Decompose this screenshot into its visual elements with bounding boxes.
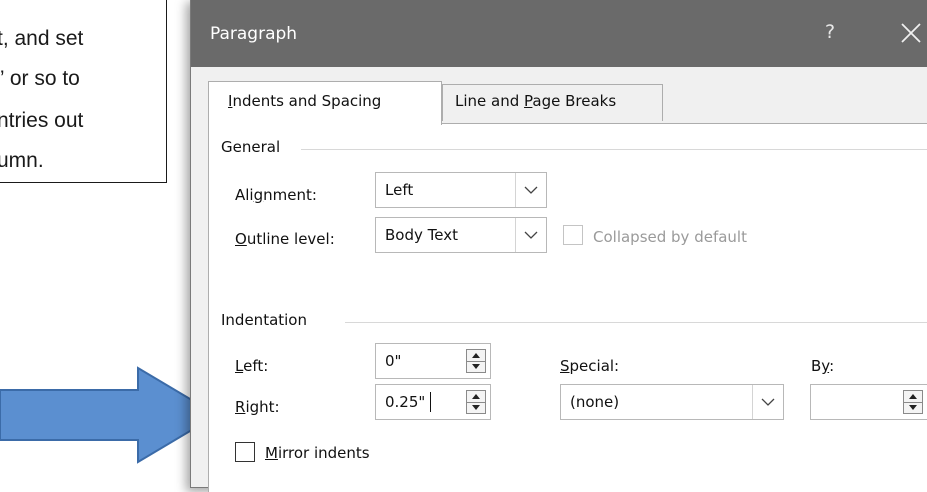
special-label: Special: xyxy=(560,357,620,375)
alignment-value: Left xyxy=(385,181,414,199)
divider xyxy=(301,149,927,150)
group-heading-indentation: Indentation xyxy=(221,311,307,329)
collapsed-by-default-checkbox[interactable] xyxy=(563,225,583,245)
tab-panel: General Alignment: Left Outline level: B… xyxy=(208,123,927,492)
outline-level-label: Outline level: xyxy=(235,230,335,248)
spinner-arrows-icon[interactable] xyxy=(466,349,486,373)
spinner-arrows-icon[interactable] xyxy=(903,390,923,414)
left-indent-value: 0" xyxy=(385,352,402,370)
outline-level-value: Body Text xyxy=(385,226,458,244)
mirror-indents-checkbox[interactable] xyxy=(235,442,255,462)
help-button[interactable]: ? xyxy=(825,21,835,43)
spinner-arrows-icon[interactable] xyxy=(466,390,486,414)
tab-label: Line and Page Breaks xyxy=(455,92,617,110)
right-indent-value: 0.25" xyxy=(385,393,426,411)
text-cursor xyxy=(430,392,431,412)
chevron-down-icon[interactable] xyxy=(515,173,546,207)
tab-line-and-page-breaks[interactable]: Line and Page Breaks xyxy=(442,84,663,121)
paragraph-dialog: Paragraph ? Indents and Spacing Line and… xyxy=(190,0,927,492)
left-indent-label: Left: xyxy=(235,357,269,375)
alignment-select[interactable]: Left xyxy=(375,172,547,208)
outline-level-select[interactable]: Body Text xyxy=(375,217,547,253)
tab-label: Indents and Spacing xyxy=(228,92,382,110)
divider xyxy=(345,322,927,323)
right-indent-label: Right: xyxy=(235,398,280,416)
mirror-indents-label: Mirror indents xyxy=(265,444,370,462)
alignment-label: Alignment: xyxy=(235,186,317,204)
group-heading-general: General xyxy=(221,138,281,156)
tab-indents-and-spacing[interactable]: Indents and Spacing xyxy=(208,81,442,125)
callout-line: ” or so to xyxy=(0,67,80,90)
callout-line: t, and set xyxy=(0,27,84,50)
callout-note: t, and set ” or so to ntries out umn. xyxy=(0,0,167,183)
close-icon[interactable] xyxy=(891,13,927,53)
special-select[interactable]: (none) xyxy=(560,384,784,420)
dialog-title: Paragraph xyxy=(210,24,298,44)
right-arrow-icon xyxy=(0,366,219,464)
dialog-titlebar: Paragraph ? xyxy=(191,0,927,67)
by-spinner[interactable] xyxy=(810,384,927,420)
right-indent-spinner[interactable]: 0.25" xyxy=(375,384,491,420)
collapsed-by-default-label: Collapsed by default xyxy=(593,228,747,246)
callout-line: umn. xyxy=(0,149,44,172)
by-label: By: xyxy=(811,357,835,375)
special-value: (none) xyxy=(570,393,620,411)
chevron-down-icon[interactable] xyxy=(752,385,783,419)
left-indent-spinner[interactable]: 0" xyxy=(375,343,491,379)
callout-line: ntries out xyxy=(0,109,84,132)
chevron-down-icon[interactable] xyxy=(515,218,546,252)
